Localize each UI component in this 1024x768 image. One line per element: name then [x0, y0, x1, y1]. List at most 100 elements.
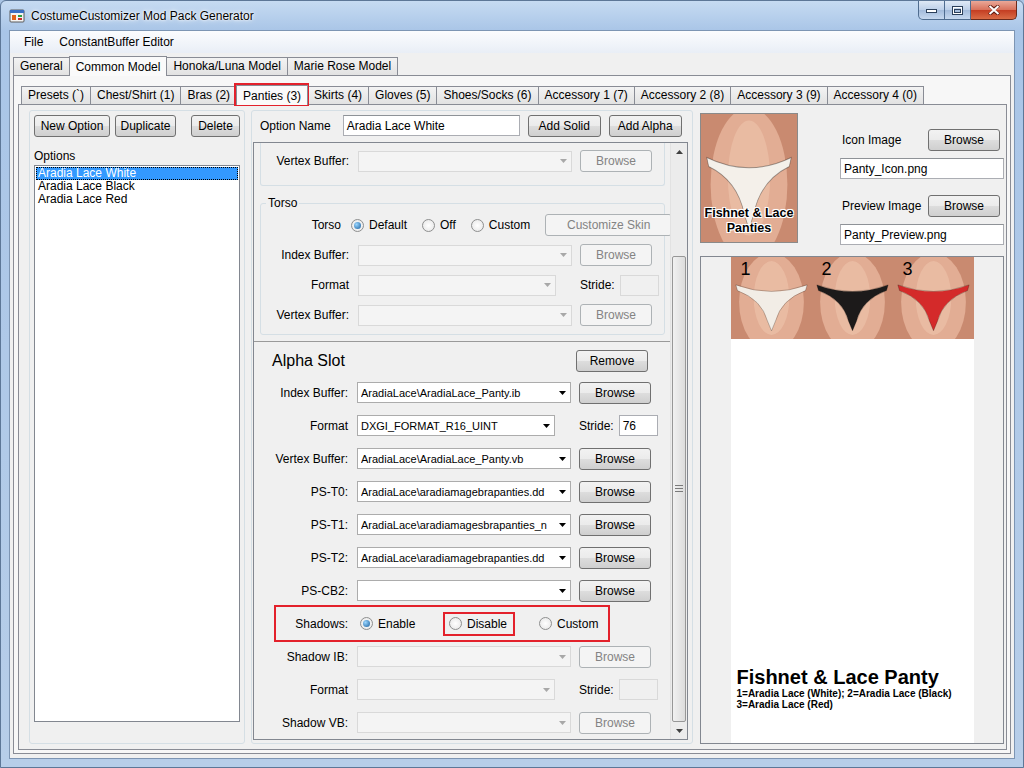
maximize-button[interactable] [945, 1, 971, 20]
dropdown[interactable]: AradiaLace\aradiamagebrapanties.dd [357, 547, 571, 568]
minimize-button[interactable] [918, 1, 945, 20]
dropdown-arrow-icon [555, 313, 571, 317]
down-arrow-icon [559, 655, 566, 659]
radio-option[interactable]: Off [422, 215, 456, 235]
down-arrow-icon [676, 729, 683, 733]
radio-button[interactable] [471, 219, 484, 232]
browse-button[interactable]: Browse [579, 547, 651, 569]
swatch-strip: 123 [731, 257, 974, 339]
new-option-button[interactable]: New Option [34, 115, 110, 137]
vertical-scrollbar[interactable] [670, 143, 687, 739]
radio-button[interactable] [351, 219, 364, 232]
dropdown[interactable]: AradiaLace\AradiaLace_Panty.ib [357, 382, 571, 403]
duplicate-button-label: Duplicate [120, 119, 170, 133]
radio-button[interactable] [422, 219, 435, 232]
stride-field[interactable]: 76 [619, 415, 658, 436]
sub-tab[interactable]: Accessory 1 (7) [538, 86, 635, 104]
radio-button[interactable] [360, 617, 373, 630]
swatch: 3 [893, 257, 974, 339]
customize-skin-button-label: Customize Skin [567, 218, 650, 232]
browse-button[interactable]: Browse [579, 514, 651, 536]
preview-file-field[interactable]: Panty_Preview.png [840, 224, 1004, 245]
new-option-button-label: New Option [41, 119, 104, 133]
menu-item[interactable]: File [16, 33, 51, 51]
tab[interactable]: Marie Rose Model [287, 57, 398, 75]
down-arrow-icon [559, 457, 566, 461]
browse-button[interactable]: Browse [579, 481, 651, 503]
close-icon [988, 5, 1000, 15]
sub-tab[interactable]: Skirts (4) [307, 86, 369, 104]
swatch-number: 1 [741, 259, 751, 279]
tab-label: Accessory 3 (9) [737, 88, 820, 102]
sub-tab[interactable]: Accessory 4 (0) [827, 86, 924, 104]
dropdown [357, 679, 555, 700]
option-name-field[interactable]: Aradia Lace White [343, 115, 520, 136]
dropdown [358, 151, 572, 172]
scroll-up-button[interactable] [671, 143, 687, 160]
tab-label: Honoka/Luna Model [173, 59, 280, 73]
menu-item[interactable]: ConstantBuffer Editor [51, 33, 182, 51]
field-label: Format [260, 683, 348, 697]
sub-tab[interactable]: Bras (2) [180, 86, 237, 104]
tab-highlight: Skirts (4) [307, 86, 368, 104]
radio-option[interactable]: Default [351, 215, 407, 235]
browse-button[interactable]: Browse [928, 195, 1000, 217]
scroll-down-button[interactable] [671, 722, 687, 739]
sub-tab[interactable]: Accessory 2 (8) [634, 86, 731, 104]
icon-image-label: Icon Image [842, 133, 901, 147]
radio-label: Default [369, 218, 407, 232]
alpha-slot-header: Alpha SlotRemove [260, 349, 665, 373]
sub-tab[interactable]: Chest/Shirt (1) [90, 86, 181, 104]
radio-option[interactable]: Custom [471, 215, 530, 235]
sub-tab[interactable]: Accessory 3 (9) [730, 86, 827, 104]
tab-label: Presets (`) [28, 88, 84, 102]
dropdown[interactable] [357, 580, 571, 601]
radio-option[interactable]: Enable [356, 614, 423, 634]
down-arrow-icon [559, 589, 566, 593]
tab[interactable]: Honoka/Luna Model [166, 57, 287, 75]
file-row: Index Buffer:Browse [261, 240, 664, 270]
options-item[interactable]: Aradia Lace Black [36, 180, 238, 193]
scroll-thumb[interactable] [672, 256, 686, 722]
tab-label: Panties (3) [243, 89, 301, 103]
sub-tab[interactable]: Gloves (5) [368, 86, 437, 104]
options-list[interactable]: Aradia Lace WhiteAradia Lace BlackAradia… [34, 165, 240, 722]
radio-row: TorsoDefaultOffCustomCustomize Skin [261, 210, 664, 240]
dropdown[interactable]: AradiaLace\aradiamagesbrapanties_n [357, 514, 571, 535]
stride-label: Stride: [579, 683, 614, 697]
radio-option[interactable]: Custom [535, 614, 604, 634]
format-row: FormatStride: [261, 270, 664, 300]
radio-option[interactable]: Disable [445, 614, 513, 634]
browse-button: Browse [580, 150, 652, 172]
close-button[interactable] [971, 1, 1017, 20]
minimize-icon [926, 8, 937, 13]
app-icon-graphic [9, 8, 25, 24]
option-name-value: Aradia Lace White [347, 119, 445, 133]
add-alpha-button[interactable]: Add Alpha [609, 115, 682, 137]
dropdown[interactable]: AradiaLace\AradiaLace_Panty.vb [357, 448, 571, 469]
browse-button[interactable]: Browse [579, 580, 651, 602]
tab[interactable]: Common Model [69, 56, 168, 76]
sub-tab[interactable]: Panties (3) [236, 85, 308, 105]
tab[interactable]: General [13, 57, 70, 75]
sub-tab[interactable]: Shoes/Socks (6) [436, 86, 538, 104]
remove-button[interactable]: Remove [576, 350, 648, 372]
radio-button[interactable] [539, 617, 552, 630]
duplicate-button[interactable]: Duplicate [115, 115, 176, 137]
sub-tab[interactable]: Presets (`) [21, 86, 91, 104]
browse-button[interactable]: Browse [928, 129, 1000, 151]
delete-button[interactable]: Delete [191, 115, 240, 137]
radio-label: Disable [467, 617, 507, 631]
radio-button[interactable] [449, 617, 462, 630]
icon-file-field[interactable]: Panty_Icon.png [840, 158, 1004, 179]
options-item[interactable]: Aradia Lace Red [36, 193, 238, 206]
browse-button[interactable]: Browse [579, 382, 651, 404]
options-item[interactable]: Aradia Lace White [36, 167, 238, 180]
dropdown[interactable]: DXGI_FORMAT_R16_UINT [357, 415, 555, 436]
grip-icon [675, 485, 683, 492]
dropdown[interactable]: AradiaLace\aradiamagebrapanties.dd [357, 481, 571, 502]
browse-button[interactable]: Browse [579, 448, 651, 470]
field-label: Vertex Buffer: [261, 154, 349, 168]
add-solid-button[interactable]: Add Solid [528, 115, 601, 137]
browse-button: Browse [580, 244, 652, 266]
